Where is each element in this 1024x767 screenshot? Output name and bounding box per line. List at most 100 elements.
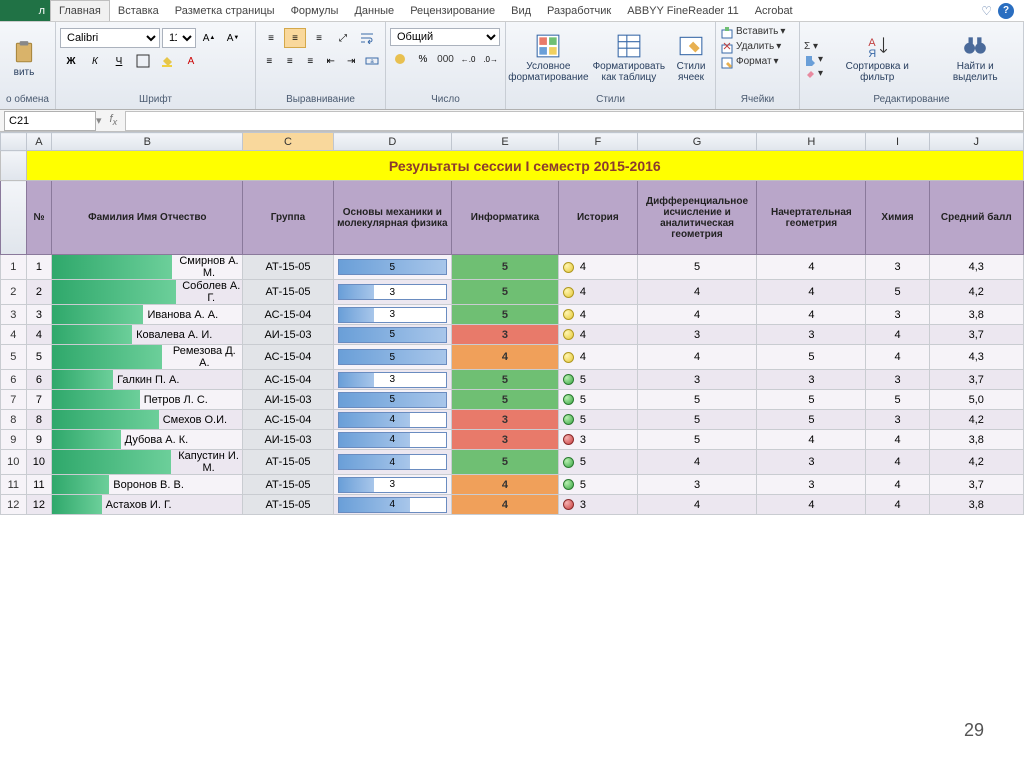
row-header[interactable]: 8 [1, 410, 27, 430]
cell-calculus[interactable]: 5 [637, 430, 757, 450]
row-header[interactable]: 1 [1, 255, 27, 280]
cell-geometry[interactable]: 3 [757, 325, 866, 345]
cell-informatics[interactable]: 3 [452, 430, 559, 450]
cell-geometry[interactable]: 3 [757, 475, 866, 495]
align-center-button[interactable]: ≡ [281, 51, 300, 71]
cell-average[interactable]: 3,8 [929, 495, 1023, 515]
cell-chemistry[interactable]: 4 [866, 325, 929, 345]
cell-calculus[interactable]: 4 [637, 450, 757, 475]
column-header-I[interactable]: I [866, 133, 929, 151]
cell-number[interactable]: 6 [26, 370, 52, 390]
cell-group[interactable]: АС-15-04 [243, 410, 333, 430]
merge-button[interactable]: a [363, 51, 382, 71]
spreadsheet-grid[interactable]: ABCDEFGHIJРезультаты сессии I семестр 20… [0, 132, 1024, 515]
font-size-select[interactable]: 11 [162, 28, 196, 48]
cell-geometry[interactable]: 3 [757, 370, 866, 390]
cell-name[interactable]: Ремезова Д. А. [52, 345, 243, 370]
cell-informatics[interactable]: 3 [452, 325, 559, 345]
cell-history[interactable]: 5 [558, 475, 637, 495]
cell-average[interactable]: 3,7 [929, 475, 1023, 495]
cell-name[interactable]: Воронов В. В. [52, 475, 243, 495]
cell-history[interactable]: 5 [558, 450, 637, 475]
cell-name[interactable]: Смирнов А. М. [52, 255, 243, 280]
tab-developer[interactable]: Разработчик [539, 0, 619, 21]
decrease-indent-button[interactable]: ⇤ [322, 51, 341, 71]
cell-number[interactable]: 2 [26, 280, 52, 305]
cell-physics[interactable]: 3 [333, 280, 452, 305]
cell-informatics[interactable]: 5 [452, 450, 559, 475]
cell-chemistry[interactable]: 4 [866, 430, 929, 450]
cell-name[interactable]: Петров Л. С. [52, 390, 243, 410]
cell-physics[interactable]: 5 [333, 345, 452, 370]
cell-chemistry[interactable]: 5 [866, 390, 929, 410]
cell-physics[interactable]: 4 [333, 495, 452, 515]
table-header[interactable]: Химия [866, 181, 929, 255]
delete-button[interactable]: Удалить ▾ [720, 41, 795, 55]
fill-color-button[interactable] [156, 51, 178, 71]
clear-button[interactable]: ▾ [804, 68, 823, 80]
format-as-table-button[interactable]: Форматировать как таблицу [590, 31, 668, 85]
cell-number[interactable]: 3 [26, 305, 52, 325]
cell-number[interactable]: 9 [26, 430, 52, 450]
cell-history[interactable]: 5 [558, 410, 637, 430]
sort-filter-button[interactable]: АЯ Сортировка и фильтр [826, 31, 928, 85]
row-header[interactable]: 6 [1, 370, 27, 390]
sheet-title[interactable]: Результаты сессии I семестр 2015-2016 [26, 151, 1023, 181]
row-header[interactable] [1, 181, 27, 255]
cell-chemistry[interactable]: 3 [866, 305, 929, 325]
cell-physics[interactable]: 5 [333, 325, 452, 345]
cell-average[interactable]: 4,3 [929, 255, 1023, 280]
cell-informatics[interactable]: 4 [452, 475, 559, 495]
align-middle-button[interactable]: ≡ [284, 28, 306, 48]
cell-group[interactable]: АИ-15-03 [243, 325, 333, 345]
cell-informatics[interactable]: 3 [452, 410, 559, 430]
table-header[interactable]: Дифференциальное исчисление и аналитичес… [637, 181, 757, 255]
cell-average[interactable]: 4,2 [929, 450, 1023, 475]
autosum-button[interactable]: Σ ▾ [804, 41, 823, 52]
cell-physics[interactable]: 3 [333, 305, 452, 325]
cell-average[interactable]: 3,8 [929, 305, 1023, 325]
cell-group[interactable]: АИ-15-03 [243, 430, 333, 450]
cell-history[interactable]: 4 [558, 255, 637, 280]
cell-history[interactable]: 4 [558, 280, 637, 305]
cell-chemistry[interactable]: 3 [866, 370, 929, 390]
cell-informatics[interactable]: 4 [452, 345, 559, 370]
underline-button[interactable]: Ч [108, 51, 130, 71]
find-select-button[interactable]: Найти и выделить [931, 31, 1019, 85]
number-format-select[interactable]: Общий [390, 28, 500, 46]
cell-calculus[interactable]: 5 [637, 255, 757, 280]
orientation-button[interactable]: ⤢ [332, 28, 354, 48]
cell-name[interactable]: Смехов О.И. [52, 410, 243, 430]
cell-history[interactable]: 3 [558, 495, 637, 515]
file-tab[interactable]: л [0, 0, 50, 21]
cell-geometry[interactable]: 5 [757, 410, 866, 430]
cell-informatics[interactable]: 5 [452, 255, 559, 280]
cell-informatics[interactable]: 4 [452, 495, 559, 515]
cell-calculus[interactable]: 4 [637, 495, 757, 515]
thousands-button[interactable]: 000 [435, 49, 456, 69]
cell-average[interactable]: 5,0 [929, 390, 1023, 410]
percent-button[interactable]: % [413, 49, 434, 69]
fx-icon[interactable]: fx [110, 113, 118, 127]
paste-button[interactable]: вить [4, 37, 44, 80]
cell-name[interactable]: Иванова А. А. [52, 305, 243, 325]
cell-group[interactable]: АС-15-04 [243, 370, 333, 390]
tab-view[interactable]: Вид [503, 0, 539, 21]
cell-average[interactable]: 4,2 [929, 280, 1023, 305]
cell-physics[interactable]: 4 [333, 410, 452, 430]
cell-calculus[interactable]: 4 [637, 305, 757, 325]
tab-insert[interactable]: Вставка [110, 0, 167, 21]
cell-history[interactable]: 3 [558, 430, 637, 450]
cell-informatics[interactable]: 5 [452, 390, 559, 410]
align-bottom-button[interactable]: ≡ [308, 28, 330, 48]
cell-group[interactable]: АТ-15-05 [243, 255, 333, 280]
table-header[interactable]: Группа [243, 181, 333, 255]
cell-average[interactable]: 3,8 [929, 430, 1023, 450]
increase-decimal-button[interactable]: ←.0 [458, 49, 479, 69]
cell-name[interactable]: Галкин П. А. [52, 370, 243, 390]
help-icon[interactable]: ? [998, 3, 1014, 19]
column-header-J[interactable]: J [929, 133, 1023, 151]
column-header-H[interactable]: H [757, 133, 866, 151]
table-header[interactable]: Средний балл [929, 181, 1023, 255]
cell-geometry[interactable]: 4 [757, 280, 866, 305]
